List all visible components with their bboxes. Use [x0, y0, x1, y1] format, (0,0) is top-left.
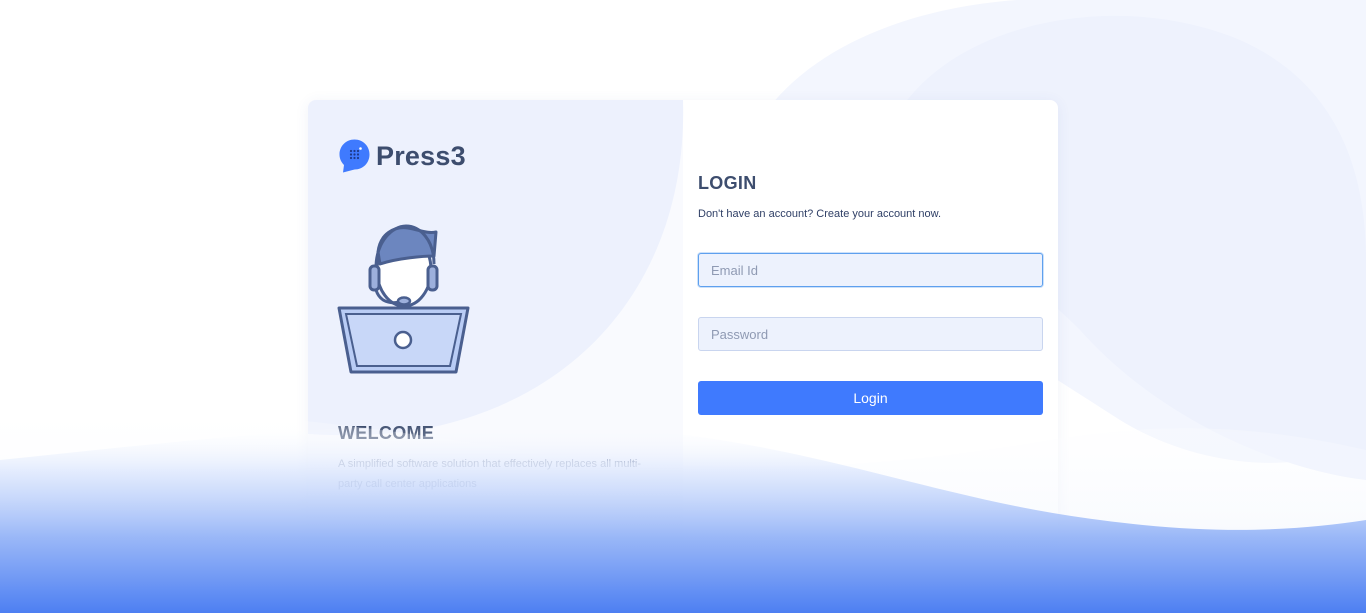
welcome-description: A simplified software solution that effe… — [338, 458, 642, 490]
login-form: LOGIN Don't have an account? Create your… — [698, 100, 1043, 540]
email-input[interactable] — [698, 253, 1043, 287]
support-agent-laptop-illustration — [337, 224, 470, 374]
chat-bubble-dialpad-icon — [339, 139, 370, 173]
login-title: LOGIN — [698, 173, 757, 193]
login-button[interactable]: Login — [698, 381, 1043, 415]
create-account-link[interactable]: Don't have an account? Create your accou… — [698, 208, 941, 220]
login-page: Press3 WELCOME A simplified software sol… — [0, 0, 1366, 613]
login-card: Press3 WELCOME A simplified software sol… — [308, 100, 1058, 540]
welcome-title: WELCOME — [338, 423, 435, 443]
brand-name: Press3 — [376, 140, 466, 171]
password-input[interactable] — [698, 317, 1043, 351]
brand-logo: Press3 — [338, 138, 466, 174]
